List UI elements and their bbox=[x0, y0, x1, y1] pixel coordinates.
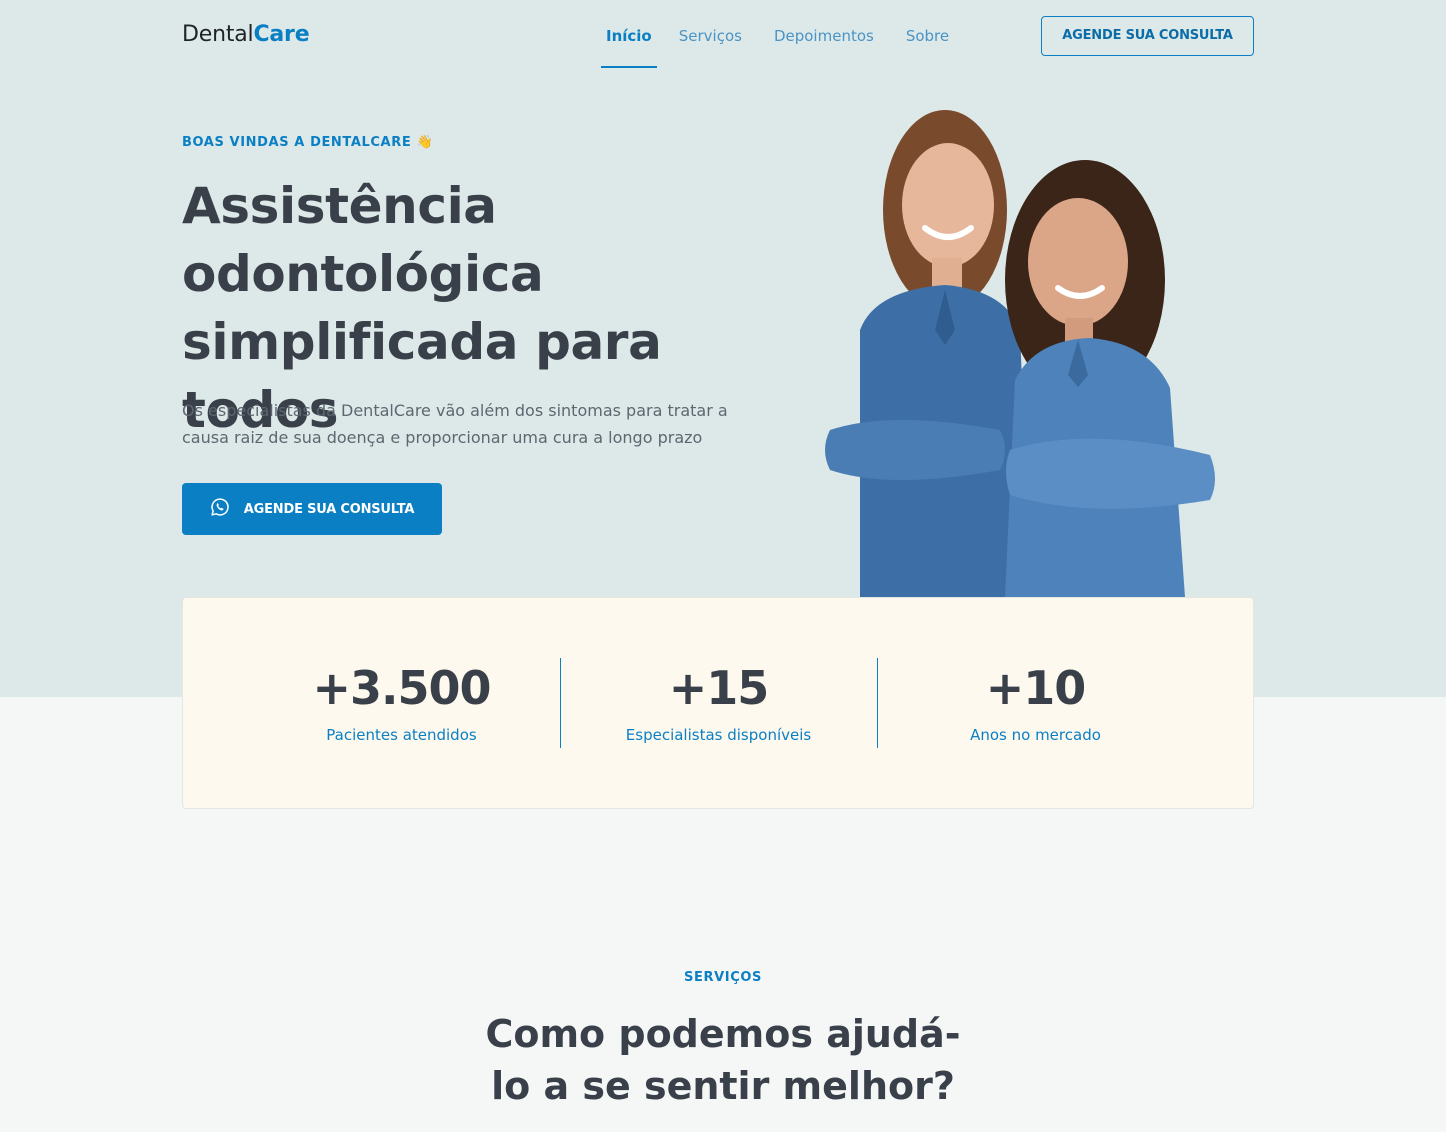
services-eyebrow: SERVIÇOS bbox=[684, 970, 762, 985]
nav-item-servicos[interactable]: Serviços bbox=[679, 0, 742, 68]
stat-value: +3.500 bbox=[312, 661, 491, 715]
header-schedule-button[interactable]: AGENDE SUA CONSULTA bbox=[1041, 16, 1254, 56]
stat-specialists: +15 Especialistas disponíveis bbox=[560, 658, 877, 748]
main-nav: Início Serviços Depoimentos Sobre bbox=[601, 0, 981, 72]
hero-eyebrow: BOAS VINDAS A DENTALCARE 👋 bbox=[182, 135, 433, 150]
site-header: DentalCare Início Serviços Depoimentos S… bbox=[0, 0, 1446, 72]
stats-card: +3.500 Pacientes atendidos +15 Especiali… bbox=[182, 597, 1254, 809]
nav-item-depoimentos[interactable]: Depoimentos bbox=[774, 0, 874, 68]
whatsapp-icon bbox=[210, 497, 230, 521]
nav-item-sobre[interactable]: Sobre bbox=[906, 0, 949, 68]
hero-schedule-button[interactable]: AGENDE SUA CONSULTA bbox=[182, 483, 442, 535]
hero-image-two-women bbox=[820, 100, 1220, 597]
stat-years: +10 Anos no mercado bbox=[877, 658, 1194, 748]
hero-eyebrow-text: BOAS VINDAS A DENTALCARE bbox=[182, 135, 412, 150]
logo-text-dental: Dental bbox=[182, 22, 254, 47]
stat-value: +15 bbox=[668, 661, 770, 715]
hero-schedule-button-label: AGENDE SUA CONSULTA bbox=[243, 501, 415, 517]
stat-patients: +3.500 Pacientes atendidos bbox=[243, 658, 560, 748]
stat-label: Especialistas disponíveis bbox=[625, 726, 812, 744]
stat-value: +10 bbox=[985, 661, 1087, 715]
logo-text-care: Care bbox=[253, 22, 310, 47]
hero-subtitle: Os especialistas da DentalCare vão além … bbox=[182, 401, 728, 447]
logo[interactable]: DentalCare bbox=[182, 22, 310, 47]
nav-item-inicio[interactable]: Início bbox=[601, 0, 657, 68]
services-title: Como podemos ajudá-lo a se sentir melhor… bbox=[485, 1012, 961, 1108]
stat-label: Pacientes atendidos bbox=[326, 726, 477, 744]
stat-label: Anos no mercado bbox=[970, 726, 1101, 744]
waving-hand-icon: 👋 bbox=[416, 135, 434, 150]
